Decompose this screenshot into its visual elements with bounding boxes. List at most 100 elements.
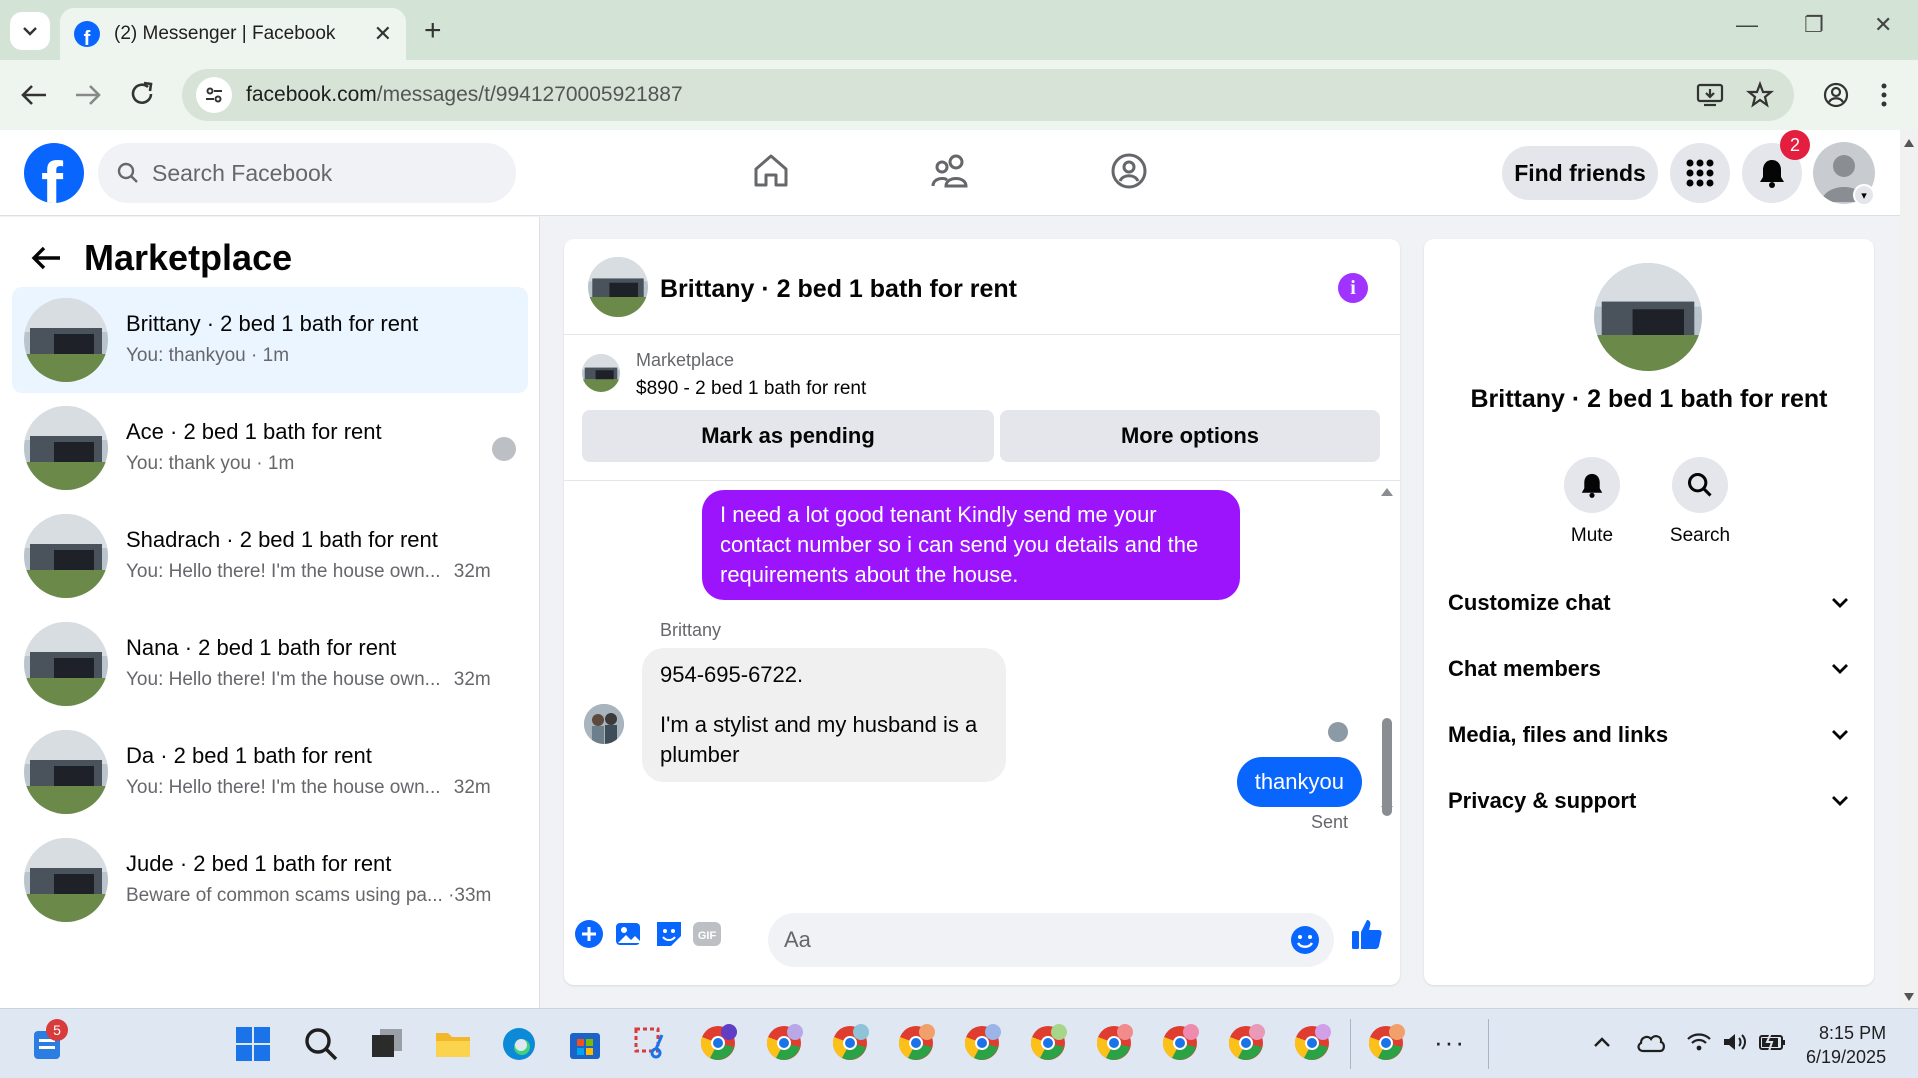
search-conversation-button[interactable] xyxy=(1672,457,1728,513)
find-friends-button[interactable]: Find friends xyxy=(1502,146,1658,200)
search-action[interactable]: Search xyxy=(1650,457,1750,547)
back-icon[interactable] xyxy=(20,82,48,108)
listing-thumbnail[interactable] xyxy=(582,354,620,392)
friends-icon[interactable] xyxy=(930,152,970,190)
taskbar-divider xyxy=(1488,1019,1489,1069)
tab-close-icon[interactable]: ✕ xyxy=(374,21,392,47)
search-facebook-input[interactable]: Search Facebook xyxy=(98,143,516,203)
file-explorer-icon[interactable] xyxy=(434,1025,472,1063)
conversation-item-da[interactable]: Da · 2 bed 1 bath for rent You: Hello th… xyxy=(12,719,528,825)
sender-name: Brittany xyxy=(660,620,722,640)
volume-icon[interactable] xyxy=(1722,1031,1750,1053)
notification-badge: 2 xyxy=(1780,130,1810,160)
chrome-profile-2-icon[interactable] xyxy=(764,1023,804,1063)
chrome-profile-11-icon[interactable] xyxy=(1366,1023,1406,1063)
clock[interactable]: 8:15 PM 6/19/2025 xyxy=(1806,1021,1886,1069)
scroll-up-icon[interactable] xyxy=(1903,138,1915,148)
mute-action[interactable]: Mute xyxy=(1542,457,1642,547)
onedrive-cloud-icon[interactable] xyxy=(1636,1031,1666,1053)
search-icon xyxy=(1687,472,1712,497)
windows-taskbar: 5 ··· 8:15 PM 6/19/2025 xyxy=(0,1008,1918,1078)
message-scrollbar[interactable] xyxy=(1380,486,1394,890)
chrome-profile-9-icon[interactable] xyxy=(1226,1023,1266,1063)
chrome-profile-10-icon[interactable] xyxy=(1292,1023,1332,1063)
close-window-icon[interactable]: ✕ xyxy=(1874,12,1892,38)
conversation-name: Jude · 2 bed 1 bath for rent xyxy=(126,851,392,876)
bookmark-star-icon[interactable] xyxy=(1746,81,1774,109)
like-thumb-icon[interactable] xyxy=(1350,917,1384,951)
photo-icon[interactable] xyxy=(614,919,644,949)
privacy-support-row[interactable]: Privacy & support xyxy=(1448,779,1850,823)
facebook-logo-icon[interactable]: f xyxy=(24,143,84,203)
sticker-icon[interactable] xyxy=(654,919,684,949)
mute-button[interactable] xyxy=(1564,457,1620,513)
listing-house-avatar xyxy=(24,406,108,490)
minimize-icon[interactable]: — xyxy=(1736,12,1758,38)
conversation-item-nana[interactable]: Nana · 2 bed 1 bath for rent You: Hello … xyxy=(12,611,528,717)
customize-chat-row[interactable]: Customize chat xyxy=(1448,581,1850,625)
restore-icon[interactable]: ❐ xyxy=(1804,12,1824,38)
plus-circle-icon[interactable] xyxy=(574,919,604,949)
page-scrollbar[interactable] xyxy=(1900,130,1918,1008)
scroll-up-icon[interactable] xyxy=(1380,486,1394,498)
start-windows-icon[interactable] xyxy=(234,1025,272,1063)
battery-icon[interactable] xyxy=(1758,1031,1788,1053)
chrome-profile-6-icon[interactable] xyxy=(1028,1023,1068,1063)
message-composer: GIF Aa xyxy=(564,899,1400,985)
conversation-name: Ace · 2 bed 1 bath for rent xyxy=(126,419,382,444)
chrome-profile-1-icon[interactable] xyxy=(698,1023,738,1063)
conversation-item-brittany[interactable]: Brittany · 2 bed 1 bath for rent You: th… xyxy=(12,287,528,393)
back-arrow-icon[interactable] xyxy=(30,244,62,272)
details-avatar[interactable] xyxy=(1594,263,1702,371)
site-info-icon[interactable] xyxy=(196,77,232,113)
chrome-profile-3-icon[interactable] xyxy=(830,1023,870,1063)
browser-tabstrip: f (2) Messenger | Facebook ✕ + — ❐ ✕ xyxy=(0,0,1918,60)
menu-kebab-icon[interactable] xyxy=(1880,81,1888,109)
conversation-item-ace[interactable]: Ace · 2 bed 1 bath for rent You: thank y… xyxy=(12,395,528,501)
info-icon[interactable]: i xyxy=(1338,273,1368,303)
microsoft-store-icon[interactable] xyxy=(566,1025,604,1063)
menu-grid-button[interactable] xyxy=(1670,143,1730,203)
gif-icon[interactable]: GIF xyxy=(692,919,722,949)
task-view-icon[interactable] xyxy=(368,1025,406,1063)
chat-members-row[interactable]: Chat members xyxy=(1448,647,1850,691)
chat-avatar[interactable] xyxy=(588,257,648,317)
chrome-profile-8-icon[interactable] xyxy=(1160,1023,1200,1063)
chrome-profile-7-icon[interactable] xyxy=(1094,1023,1134,1063)
wifi-icon[interactable] xyxy=(1686,1031,1712,1053)
more-apps-icon[interactable]: ··· xyxy=(1434,1027,1466,1058)
reload-icon[interactable] xyxy=(128,80,156,108)
install-app-icon[interactable] xyxy=(1696,81,1724,109)
media-files-links-row[interactable]: Media, files and links xyxy=(1448,713,1850,757)
more-options-button[interactable]: More options xyxy=(1000,410,1380,462)
tab-search-button[interactable] xyxy=(10,12,50,50)
message-input[interactable]: Aa xyxy=(768,913,1334,967)
forward-icon[interactable] xyxy=(74,82,102,108)
bell-icon xyxy=(1581,473,1603,498)
groups-icon[interactable] xyxy=(1110,152,1148,190)
home-icon[interactable] xyxy=(752,152,790,190)
mark-as-pending-button[interactable]: Mark as pending xyxy=(582,410,994,462)
privacy-support-label: Privacy & support xyxy=(1448,788,1637,813)
conversation-item-jude[interactable]: Jude · 2 bed 1 bath for rent Beware of c… xyxy=(12,827,528,933)
address-bar[interactable]: facebook.com/messages/t/9941270005921887 xyxy=(182,69,1794,121)
show-hidden-icons-icon[interactable] xyxy=(1592,1035,1612,1049)
message-scroll-thumb[interactable] xyxy=(1382,718,1392,816)
chat-title[interactable]: Brittany · 2 bed 1 bath for rent xyxy=(660,275,1017,304)
scroll-down-icon[interactable] xyxy=(1903,992,1915,1002)
listing-price[interactable]: $890 - 2 bed 1 bath for rent xyxy=(636,378,866,400)
browser-tab[interactable]: f (2) Messenger | Facebook ✕ xyxy=(60,8,406,60)
sender-avatar[interactable] xyxy=(584,704,624,744)
message-thread[interactable]: I need a lot good tenant Kindly send me … xyxy=(564,482,1400,894)
taskbar-search-icon[interactable] xyxy=(302,1025,340,1063)
chrome-profile-5-icon[interactable] xyxy=(962,1023,1002,1063)
snipping-tool-icon[interactable] xyxy=(632,1025,670,1063)
emoji-icon[interactable] xyxy=(1290,925,1320,955)
new-tab-icon[interactable]: + xyxy=(424,14,442,48)
conversation-item-shadrach[interactable]: Shadrach · 2 bed 1 bath for rent You: He… xyxy=(12,503,528,609)
listing-card: Marketplace $890 - 2 bed 1 bath for rent… xyxy=(564,336,1400,481)
account-chevron-icon[interactable]: ▾ xyxy=(1853,184,1875,206)
chrome-profile-4-icon[interactable] xyxy=(896,1023,936,1063)
profile-icon[interactable] xyxy=(1822,81,1850,109)
edge-icon[interactable] xyxy=(500,1025,538,1063)
